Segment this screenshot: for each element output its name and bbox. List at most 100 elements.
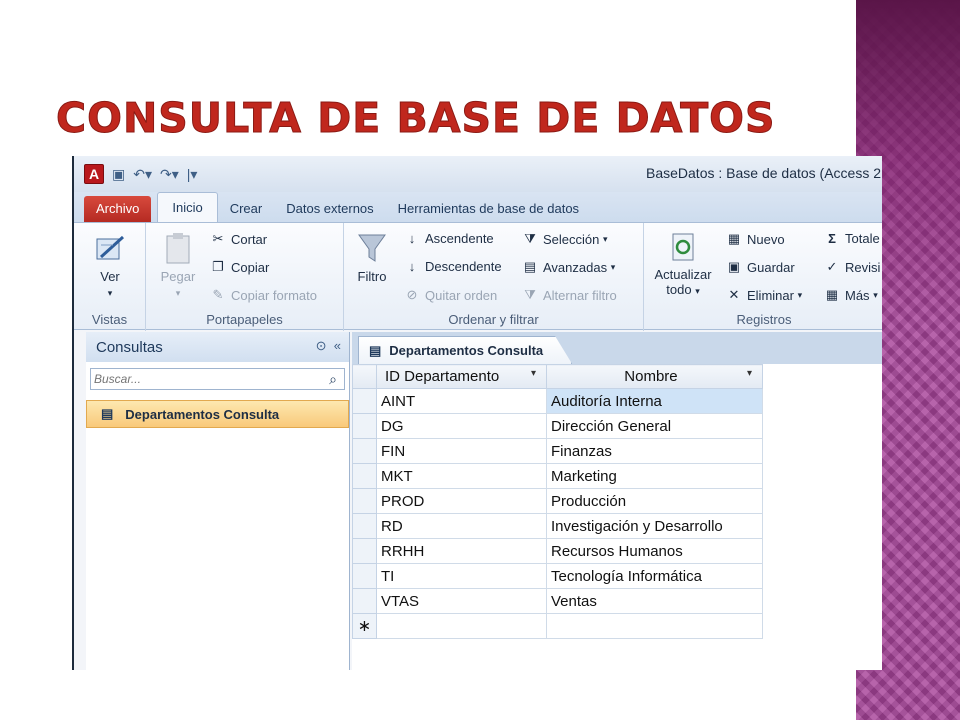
- spelling-icon: ✓: [826, 259, 838, 274]
- guardar-button[interactable]: ▣ Guardar: [726, 259, 795, 275]
- column-header-nombre[interactable]: Nombre ▾: [546, 364, 763, 389]
- new-record-icon: ▦: [727, 231, 741, 246]
- todo-label: todo: [666, 282, 692, 297]
- copiar-label: Copiar: [231, 259, 270, 275]
- header-row: ID Departamento ▾ Nombre ▾: [352, 364, 763, 389]
- row-selector[interactable]: [352, 588, 377, 614]
- document-tab[interactable]: ▤ Departamentos Consulta: [358, 336, 573, 364]
- cortar-button[interactable]: ✂ Cortar: [210, 231, 268, 247]
- search-icon[interactable]: ⌕: [322, 371, 344, 388]
- chevron-down-icon[interactable]: ▾: [747, 368, 752, 379]
- nav-pane-header[interactable]: Consultas ⊙ «: [86, 332, 349, 362]
- group-label-portapapeles: Portapapeles: [206, 312, 283, 327]
- access-logo-icon[interactable]: A: [84, 164, 104, 184]
- new-record-marker[interactable]: ∗: [352, 613, 377, 639]
- nuevo-button[interactable]: ▦ Nuevo: [726, 231, 785, 247]
- table-cell[interactable]: Tecnología Informática: [546, 563, 763, 589]
- sort-ascending-icon: ↓: [408, 231, 416, 246]
- row-selector[interactable]: [352, 413, 377, 439]
- select-all-corner[interactable]: [352, 364, 377, 389]
- ver-button[interactable]: Ver ▾: [88, 231, 132, 299]
- alternar-filtro-button[interactable]: ⧩ Alternar filtro: [522, 287, 617, 303]
- tab-datos-externos[interactable]: Datos externos: [274, 196, 385, 222]
- table-cell[interactable]: Marketing: [546, 463, 763, 489]
- mas-button[interactable]: ▦ Más ▾: [824, 287, 878, 303]
- nav-item-departamentos-consulta[interactable]: ▤ Departamentos Consulta: [86, 400, 349, 428]
- table-cell[interactable]: [546, 613, 763, 639]
- table-cell[interactable]: Dirección General: [546, 413, 763, 439]
- search-input[interactable]: [91, 372, 322, 386]
- guardar-label: Guardar: [747, 259, 795, 275]
- table-cell[interactable]: Recursos Humanos: [546, 538, 763, 564]
- tab-archivo[interactable]: Archivo: [84, 196, 152, 222]
- selection-filter-icon: ⧩: [524, 231, 536, 246]
- slide: Consulta de Base de Datos A ▣ ↶▾ ↷▾ |▾ B…: [0, 0, 960, 720]
- actualizar-button[interactable]: Actualizar todo ▾: [648, 231, 718, 297]
- row-selector[interactable]: [352, 513, 377, 539]
- row-selector[interactable]: [352, 538, 377, 564]
- table-cell[interactable]: DG: [376, 413, 547, 439]
- table-cell[interactable]: Producción: [546, 488, 763, 514]
- query-icon: ▤: [369, 342, 382, 358]
- totales-label: Totale: [845, 231, 880, 246]
- table-cell[interactable]: RD: [376, 513, 547, 539]
- copiar-formato-button[interactable]: ✎ Copiar formato: [210, 287, 317, 303]
- table-cell[interactable]: VTAS: [376, 588, 547, 614]
- nav-pane-title: Consultas: [96, 338, 163, 356]
- column-header-id[interactable]: ID Departamento ▾: [376, 364, 547, 389]
- table-cell[interactable]: MKT: [376, 463, 547, 489]
- table-cell[interactable]: FIN: [376, 438, 547, 464]
- row-selector[interactable]: [352, 463, 377, 489]
- totales-button[interactable]: Σ Totale: [824, 231, 880, 246]
- sigma-icon: Σ: [828, 231, 836, 246]
- tab-crear[interactable]: Crear: [218, 196, 275, 222]
- chevron-down-icon[interactable]: ▾: [531, 368, 536, 379]
- tab-inicio[interactable]: Inicio: [157, 192, 218, 222]
- query-icon: ▤: [101, 406, 114, 421]
- row-selector[interactable]: [352, 488, 377, 514]
- pegar-button[interactable]: Pegar ▾: [156, 231, 200, 299]
- nav-search-box: ⌕: [90, 368, 345, 390]
- avanzadas-button[interactable]: ▤ Avanzadas ▾: [522, 259, 615, 275]
- table-cell[interactable]: Auditoría Interna: [546, 388, 763, 414]
- table-cell[interactable]: PROD: [376, 488, 547, 514]
- actualizar-label: Actualizar: [654, 267, 712, 282]
- row-selector[interactable]: [352, 388, 377, 414]
- new-record-row: ∗: [352, 613, 763, 639]
- dropdown-circle-icon[interactable]: ⊙: [316, 338, 327, 353]
- row-selector[interactable]: [352, 563, 377, 589]
- quitar-orden-button[interactable]: ⊘ Quitar orden: [404, 287, 498, 303]
- table-cell[interactable]: RRHH: [376, 538, 547, 564]
- ascendente-button[interactable]: ↓ Ascendente: [404, 231, 494, 246]
- eliminar-button[interactable]: ✕ Eliminar ▾: [726, 287, 803, 303]
- chevron-down-icon: ▾: [603, 233, 608, 244]
- row-selector[interactable]: [352, 438, 377, 464]
- copiar-button[interactable]: ❐ Copiar: [210, 259, 269, 275]
- save-icon[interactable]: ▣: [112, 166, 125, 183]
- undo-icon[interactable]: ↶▾: [133, 166, 152, 183]
- table-cell[interactable]: AINT: [376, 388, 547, 414]
- descendente-button[interactable]: ↓ Descendente: [404, 259, 502, 274]
- table-row: FIN Finanzas: [352, 438, 763, 464]
- toggle-filter-icon: ⧩: [524, 287, 536, 302]
- table-cell[interactable]: [376, 613, 547, 639]
- nav-item-label: Departamentos Consulta: [125, 406, 280, 422]
- seleccion-label: Selección: [543, 231, 600, 247]
- table-cell[interactable]: Ventas: [546, 588, 763, 614]
- table-row: RD Investigación y Desarrollo: [352, 513, 763, 539]
- group-portapapeles: Pegar ▾ ✂ Cortar ❐ Copiar ✎ Copiar formato P…: [146, 223, 344, 331]
- table-row: DG Dirección General: [352, 413, 763, 439]
- seleccion-button[interactable]: ⧩ Selección ▾: [522, 231, 608, 247]
- collapse-icon[interactable]: «: [334, 338, 341, 353]
- table-cell[interactable]: TI: [376, 563, 547, 589]
- redo-icon[interactable]: ↷▾: [160, 166, 179, 183]
- table-cell[interactable]: Investigación y Desarrollo: [546, 513, 763, 539]
- customize-toolbar-icon[interactable]: |▾: [187, 166, 198, 183]
- table-row: AINT Auditoría Interna: [352, 388, 763, 414]
- table-row: PROD Producción: [352, 488, 763, 514]
- filtro-button[interactable]: Filtro: [352, 231, 392, 284]
- descendente-label: Descendente: [425, 259, 502, 274]
- tab-herramientas[interactable]: Herramientas de base de datos: [386, 196, 591, 222]
- table-cell[interactable]: Finanzas: [546, 438, 763, 464]
- revision-button[interactable]: ✓ Revisi: [824, 259, 881, 275]
